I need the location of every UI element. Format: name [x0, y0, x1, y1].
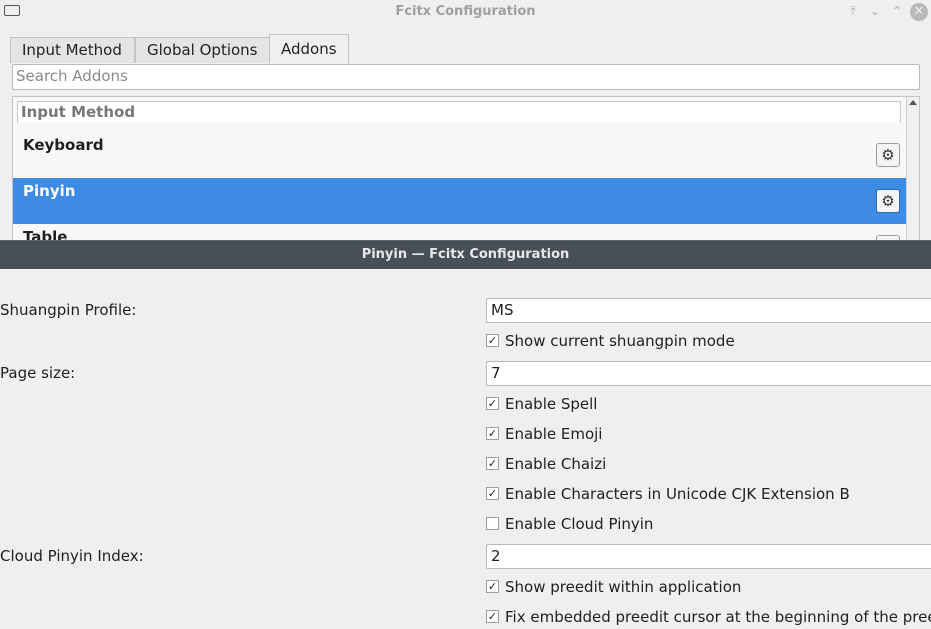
- close-icon[interactable]: ✕: [910, 3, 928, 21]
- enable-spell-checkbox[interactable]: ✓ Enable Spell: [486, 394, 597, 414]
- tab-addons[interactable]: Addons: [269, 34, 349, 64]
- checkbox-label: Enable Characters in Unicode CJK Extensi…: [505, 485, 850, 503]
- addon-list: Input Method Keyboard ⚙ Pinyin ⚙ Table ⚙: [12, 96, 920, 240]
- addon-name: Pinyin: [23, 182, 76, 200]
- show-shuangpin-mode-checkbox[interactable]: ✓ Show current shuangpin mode: [486, 331, 735, 351]
- check-icon[interactable]: ✓: [486, 609, 499, 623]
- window-title: Fcitx Configuration: [395, 4, 536, 19]
- gear-icon[interactable]: ⚙: [876, 143, 900, 167]
- dialog-titlebar[interactable]: Pinyin — Fcitx Configuration: [0, 240, 931, 269]
- fix-preedit-cursor-checkbox[interactable]: ✓ Fix embedded preedit cursor at the begi…: [486, 607, 931, 627]
- fcitx-config-window: Fcitx Configuration ⤒ ⌄ ⌃ ✕ Input Method…: [0, 0, 931, 240]
- checkbox-label: Fix embedded preedit cursor at the begin…: [505, 608, 931, 626]
- checkbox-label: Enable Cloud Pinyin: [505, 515, 654, 533]
- enable-emoji-checkbox[interactable]: ✓ Enable Emoji: [486, 424, 602, 444]
- page-size-label: Page size:: [0, 364, 76, 382]
- checkbox-label: Enable Chaizi: [505, 455, 607, 473]
- checkbox-label: Show preedit within application: [505, 578, 742, 596]
- check-icon[interactable]: ✓: [486, 456, 499, 470]
- shuangpin-profile-label: Shuangpin Profile:: [0, 301, 137, 319]
- dialog-title: Pinyin — Fcitx Configuration: [361, 247, 570, 262]
- enable-cloud-pinyin-checkbox[interactable]: Enable Cloud Pinyin: [486, 514, 653, 534]
- addon-item-table[interactable]: Table ⚙: [13, 224, 906, 240]
- maximize-icon[interactable]: ⌃: [889, 3, 905, 19]
- gear-icon[interactable]: ⚙: [876, 189, 900, 213]
- checkbox-label: Show current shuangpin mode: [505, 332, 735, 350]
- addon-name: Keyboard: [23, 136, 104, 154]
- show-preedit-checkbox[interactable]: ✓ Show preedit within application: [486, 577, 741, 597]
- enable-cjk-ext-b-checkbox[interactable]: ✓ Enable Characters in Unicode CJK Extens…: [486, 484, 850, 504]
- enable-chaizi-checkbox[interactable]: ✓ Enable Chaizi: [486, 454, 606, 474]
- addon-name: Table: [23, 228, 68, 240]
- check-icon[interactable]: ✓: [486, 426, 499, 440]
- vertical-scrollbar[interactable]: [906, 97, 919, 240]
- unchecked-box[interactable]: [486, 516, 499, 530]
- checkbox-label: Enable Emoji: [505, 425, 603, 443]
- check-icon[interactable]: ✓: [486, 333, 499, 347]
- shuangpin-profile-select[interactable]: MS: [486, 298, 931, 323]
- check-icon[interactable]: ✓: [486, 579, 499, 593]
- tab-global-options[interactable]: Global Options: [135, 37, 270, 63]
- scroll-up-icon[interactable]: [909, 100, 917, 105]
- search-addons-input[interactable]: Search Addons: [12, 64, 920, 90]
- minimize-icon[interactable]: ⌄: [867, 3, 883, 19]
- checkbox-label: Enable Spell: [505, 395, 598, 413]
- pinyin-config-dialog: Pinyin — Fcitx Configuration Shuangpin P…: [0, 240, 931, 629]
- cloud-pinyin-index-spinbox[interactable]: 2: [486, 544, 931, 569]
- check-icon[interactable]: ✓: [486, 486, 499, 500]
- page-size-spinbox[interactable]: 7: [486, 361, 931, 386]
- addon-item-pinyin[interactable]: Pinyin ⚙: [13, 178, 906, 224]
- window-titlebar[interactable]: Fcitx Configuration ⤒ ⌄ ⌃ ✕: [0, 0, 931, 23]
- category-header: Input Method: [17, 101, 901, 123]
- tab-input-method[interactable]: Input Method: [10, 37, 135, 63]
- keep-above-icon[interactable]: ⤒: [845, 3, 861, 19]
- check-icon[interactable]: ✓: [486, 396, 499, 410]
- cloud-pinyin-index-label: Cloud Pinyin Index:: [0, 547, 144, 565]
- addon-item-keyboard[interactable]: Keyboard ⚙: [13, 132, 906, 178]
